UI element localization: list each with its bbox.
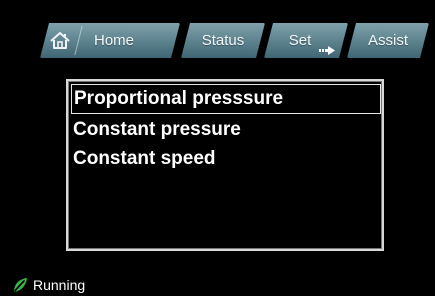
tab-assist-label: Assist bbox=[367, 32, 408, 49]
running-leaf-icon bbox=[14, 278, 27, 292]
status-bar: Running bbox=[12, 276, 85, 294]
menu-item-constant-speed[interactable]: Constant speed bbox=[71, 144, 381, 174]
menu-item-label: Constant pressure bbox=[73, 119, 241, 140]
tab-home[interactable]: Home bbox=[40, 23, 180, 58]
pump-control-screen: Home Status Set Assist Proportional pres… bbox=[0, 0, 435, 296]
menu-item-label: Proportional presssure bbox=[74, 88, 284, 109]
menu-item-proportional-pressure[interactable]: Proportional presssure bbox=[71, 84, 381, 114]
tab-status[interactable]: Status bbox=[181, 23, 265, 58]
tab-assist[interactable]: Assist bbox=[347, 23, 429, 58]
status-label: Running bbox=[33, 277, 86, 293]
tab-home-label: Home bbox=[94, 32, 135, 49]
control-mode-menu: Proportional presssure Constant pressure… bbox=[66, 79, 384, 251]
tab-set-label: Set bbox=[288, 32, 312, 49]
arrow-right-icon bbox=[319, 46, 335, 55]
menu-item-label: Constant speed bbox=[73, 148, 216, 169]
tab-set[interactable]: Set bbox=[264, 23, 348, 58]
menu-item-constant-pressure[interactable]: Constant pressure bbox=[71, 115, 381, 145]
home-icon bbox=[50, 32, 70, 49]
tab-status-label: Status bbox=[201, 32, 245, 49]
